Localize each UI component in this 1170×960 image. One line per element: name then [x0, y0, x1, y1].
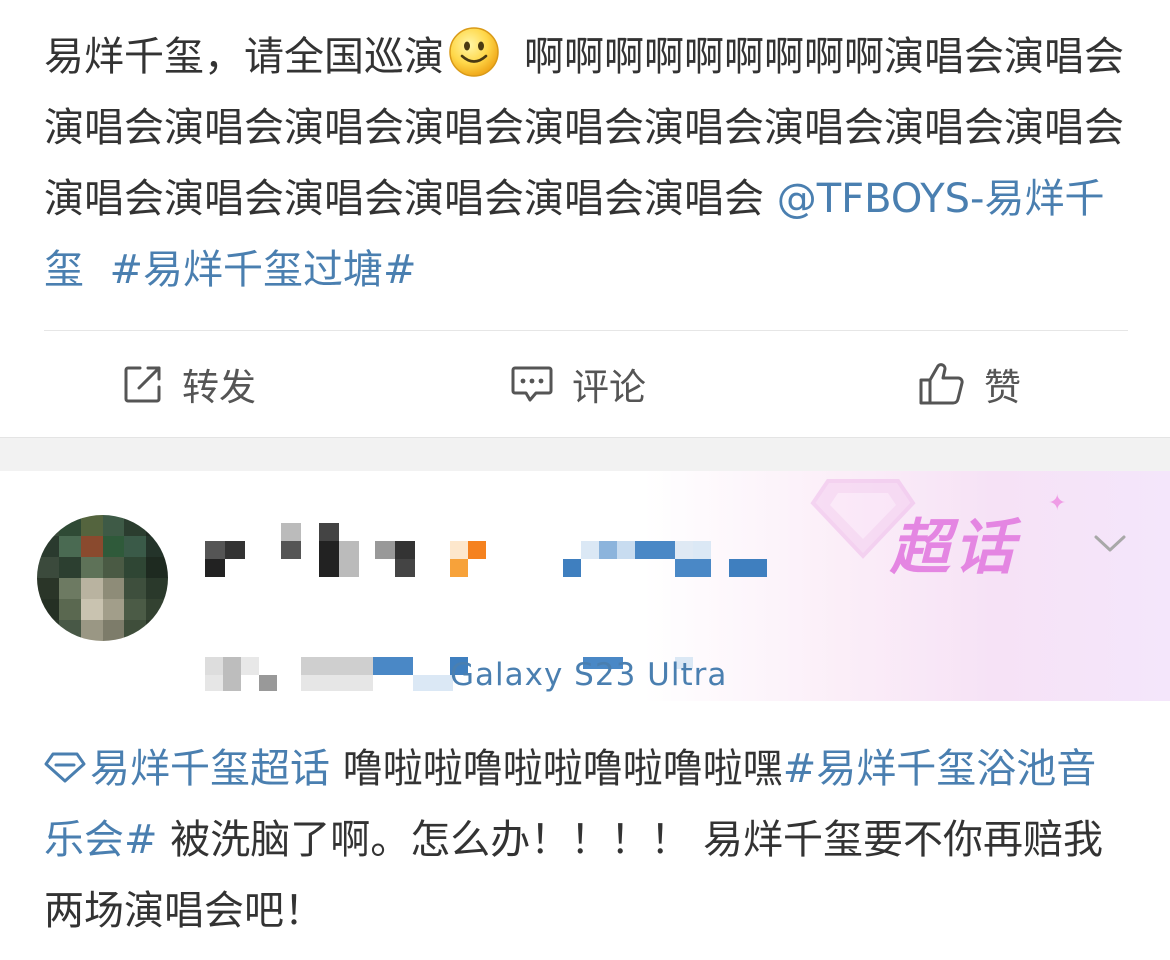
- post-text-intro: 易烊千玺，请全国巡演: [44, 34, 444, 80]
- action-bar: 转发 评论 赞: [0, 332, 1170, 436]
- chevron-down-icon[interactable]: [1092, 525, 1128, 561]
- avatar[interactable]: [37, 515, 168, 641]
- repost-label: 转发: [182, 366, 256, 409]
- supertopic-gem-icon: [44, 752, 86, 783]
- hashtag-link[interactable]: #易烊千玺过塘#: [109, 247, 416, 293]
- device-source: Galaxy S23 Ultra: [450, 657, 728, 693]
- sparkle-icon: ✦: [1048, 491, 1067, 516]
- supertopic-label: 易烊千玺超话: [90, 746, 330, 792]
- username[interactable]: [205, 519, 805, 589]
- thumbs-up-icon: [919, 363, 964, 405]
- comment-button[interactable]: 评论: [510, 332, 646, 436]
- divider: [44, 330, 1128, 331]
- post-text: 易烊千玺，请全国巡演 啊啊啊啊啊啊啊啊啊演唱会演唱会演唱会演唱会演唱会演唱会演唱…: [44, 22, 1134, 306]
- comment-label: 评论: [572, 366, 646, 409]
- section-separator: [0, 437, 1170, 471]
- post2-text-part2: 被洗脑了啊。怎么办！！！！ 易烊千玺要不你再赔我两场演唱会吧！: [44, 817, 1103, 934]
- comment-icon: [511, 366, 553, 402]
- like-button[interactable]: 赞: [918, 332, 1021, 436]
- post2-text: 易烊千玺超话 噜啦啦噜啦啦噜啦噜啦嘿#易烊千玺浴池音乐会# 被洗脑了啊。怎么办！…: [44, 734, 1134, 947]
- like-label: 赞: [984, 366, 1021, 409]
- repost-button[interactable]: 转发: [122, 332, 256, 436]
- post2-text-part1: 噜啦啦噜啦啦噜啦噜啦嘿: [342, 746, 783, 792]
- supertopic-badge: 超话: [890, 513, 1018, 583]
- post-header: ✦ 超话 Galaxy S23 Ultra: [0, 471, 1170, 701]
- smiley-emoji-icon: [449, 27, 499, 77]
- supertopic-link[interactable]: 易烊千玺超话: [44, 746, 330, 792]
- repost-icon: [124, 366, 161, 403]
